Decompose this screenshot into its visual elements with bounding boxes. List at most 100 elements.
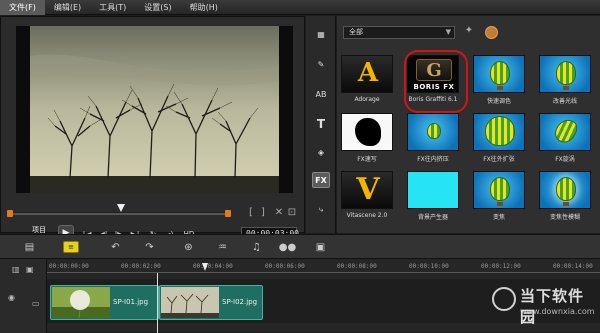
filter-tile-fx-pinch[interactable]: FX往内挤压 [403,113,463,170]
balloon-icon [485,116,515,146]
filter-tile-zoom-blur[interactable]: 变焦性模糊 [535,171,595,228]
watermark-text: 当下软件园 [520,287,585,326]
trim-in-marker[interactable] [7,210,13,217]
menu-bar: 文件(F) 编辑(E) 工具(T) 设置(S) 帮助(H) [0,0,600,15]
tile-thumbnail: V [341,171,393,209]
menu-help[interactable]: 帮助(H) [181,0,227,15]
mark-in-button[interactable]: [ [245,207,257,219]
category-dropdown[interactable]: 全部 ▼ [343,26,455,39]
title-icon[interactable]: T [312,116,330,132]
balloon-icon [490,177,510,201]
tile-label: FX往外扩张 [483,156,515,163]
filter-tile-adorage[interactable]: A Adorage [337,55,397,112]
menu-file[interactable]: 文件(F) [0,0,45,15]
balloon-basket [563,202,569,206]
ruler-label: 00:00:12:00 [481,263,521,270]
tile-thumbnail [539,55,591,93]
ruler-label: 00:00:14:00 [553,263,593,270]
clip-thumbnail [52,287,110,318]
filter-tile-background-generator[interactable]: 背景产生器 [403,171,463,228]
record-capture-icon[interactable]: ⊛ [181,240,196,254]
sound-mixer-icon[interactable]: ♒ [215,240,230,254]
tile-thumbnail [407,113,459,151]
path-icon[interactable]: ⤷ [312,202,330,218]
tile-thumbnail [473,113,525,151]
track-headers: ▥ ▣ ◉ ▭ [0,259,47,333]
graphic-icon[interactable]: ◈ [312,144,330,160]
tile-label: FX速写 [357,156,377,163]
tile-label: 快速调色 [486,98,511,105]
library-tab-bar: ▦ ✎ AB T ◈ FX ⤷ [306,16,336,233]
scrub-playhead[interactable] [117,204,125,212]
mark-out-button[interactable]: ] [257,207,269,219]
chevron-down-icon: ▼ [445,28,451,36]
adorage-a-icon: A [357,58,379,88]
category-value: 全部 [349,28,363,36]
media-icon[interactable]: ▦ [312,26,330,42]
zoom-icon[interactable]: ▣ [26,265,34,274]
filter-tile-fx-swirl[interactable]: FX旋涡 [535,113,595,170]
filter-tile-vitascene[interactable]: V Vitascene 2.0 [337,171,397,228]
timeline-clip[interactable]: SP-I02.jpg [159,285,263,320]
motion-track-icon[interactable]: ●● [279,240,296,254]
preview-image [30,26,279,193]
menu-settings[interactable]: 设置(S) [135,0,180,15]
ruler-label: 00:00:06:00 [265,263,305,270]
undo-icon[interactable]: ↶ [108,240,123,254]
balloon-icon [551,115,581,147]
redo-icon[interactable]: ↷ [142,240,157,254]
tile-label: Vitascene 2.0 [346,212,388,219]
filter-tile-quick-color[interactable]: 快速调色 [469,55,529,112]
trim-out-marker[interactable] [225,210,231,217]
storyboard-view-icon[interactable]: ▤ [22,240,37,254]
tile-thumbnail [473,171,525,209]
cut-icon[interactable]: ✕ [273,207,285,219]
preview-window [16,26,293,193]
expand-icon[interactable]: ⊡ [286,207,298,219]
filter-tile-improve-lighting[interactable]: 改善光线 [535,55,595,112]
ruler-label: 00:00:08:00 [337,263,377,270]
tile-label: FX往内挤压 [417,156,449,163]
balloon-basket [497,86,503,90]
watermark-logo-icon [492,287,516,311]
auto-music-icon[interactable]: ♫ [249,240,264,254]
menu-edit[interactable]: 编辑(E) [45,0,90,15]
transition-icon[interactable]: AB [312,86,330,102]
browse-icon[interactable] [485,26,498,39]
timeline-clip[interactable]: SP-I01.jpg [50,285,159,320]
watermark-url: www.downxia.com [520,307,595,316]
instant-project-icon[interactable]: ✎ [312,56,330,72]
filter-tile-fx-sketch[interactable]: FX速写 [337,113,397,170]
add-filter-icon[interactable]: ✦ [461,25,477,39]
tile-label: Adorage [354,96,380,103]
filter-tile-zoom[interactable]: 变焦 [469,171,529,228]
clip-name: SP-I02.jpg [222,298,258,306]
balloon-icon [427,123,441,139]
timeline-view-icon[interactable]: ≡ [63,241,79,253]
clip-name: SP-I01.jpg [113,298,149,306]
library-panel: 全部 ▼ ✦ A Adorage G BORIS FX Boris Graffi… [337,16,600,233]
player-panel: [ ] ✕ ⊡ 项目 素材 ▶ |◀ ◀| |▶ ▶| ↻ ◂) HD 00:0… [0,16,305,244]
tile-label: 变焦性模糊 [549,214,580,221]
filter-tile-fx-bulge[interactable]: FX往外扩张 [469,113,529,170]
scrubber-bar[interactable] [7,204,231,217]
tile-label: 背景产生器 [417,214,448,221]
tile-label: 改善光线 [552,98,577,105]
time-ruler[interactable]: 00:00:00:00 00:00:02:00 00:00:04:00 00:0… [47,261,600,273]
ruler-label: 00:00:10:00 [409,263,449,270]
subtitle-icon[interactable]: ▣ [313,240,328,254]
menu-tools[interactable]: 工具(T) [90,0,135,15]
fx-icon[interactable]: FX [312,172,330,188]
highlight-annotation [404,50,468,113]
tile-label: 变焦 [492,214,505,221]
balloon-basket [563,86,569,90]
ink-splash-icon [355,118,381,146]
site-watermark: 当下软件园 www.downxia.com [490,285,598,330]
balloon-icon [556,177,576,201]
tile-thumbnail [341,113,393,151]
scrub-track[interactable] [7,212,231,215]
tile-thumbnail [539,113,591,151]
balloon-basket [497,202,503,206]
track-manager-icon[interactable]: ◉ [8,293,15,302]
timeline-fit-icon[interactable]: ▥ [12,265,20,274]
